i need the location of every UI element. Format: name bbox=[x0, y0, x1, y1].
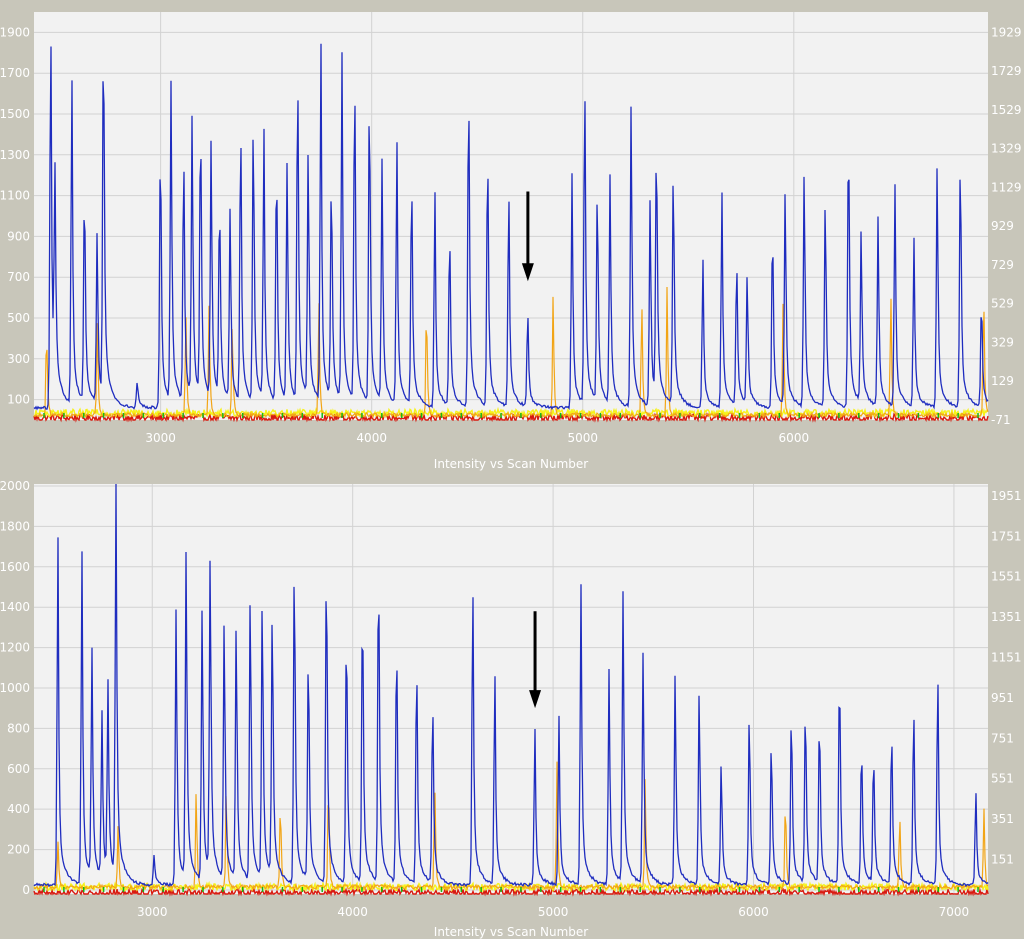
x-tick-label: 4000 bbox=[337, 905, 368, 919]
y-tick-label-left: 1900 bbox=[0, 25, 30, 39]
y-tick-label-right: 1551 bbox=[991, 570, 1022, 584]
y-tick-label-right: -71 bbox=[991, 413, 1011, 427]
bottom-x-axis: 3000 4000 5000 6000 7000 bbox=[137, 905, 969, 919]
x-tick-label: 6000 bbox=[738, 905, 769, 919]
y-tick-label-right: 1751 bbox=[991, 529, 1022, 543]
y-tick-label-right: 1329 bbox=[991, 142, 1022, 156]
x-tick-label: 3000 bbox=[137, 905, 168, 919]
y-tick-label-left: 1500 bbox=[0, 107, 30, 121]
x-tick-label: 7000 bbox=[939, 905, 970, 919]
y-tick-label-left: 1700 bbox=[0, 66, 30, 80]
x-tick-label: 3000 bbox=[145, 431, 176, 445]
y-tick-label-left: 200 bbox=[7, 843, 30, 857]
y-tick-label-left: 0 bbox=[22, 883, 30, 897]
y-tick-label-left: 500 bbox=[7, 311, 30, 325]
top-chart: 100 300 500 700 900 1100 1300 1500 1700 1900 -71 1… bbox=[0, 12, 1022, 471]
y-tick-label-left: 900 bbox=[7, 229, 30, 243]
y-tick-label-left: 300 bbox=[7, 352, 30, 366]
y-tick-label-right: 751 bbox=[991, 731, 1014, 745]
x-tick-label: 4000 bbox=[356, 431, 387, 445]
top-x-axis-label: Intensity vs Scan Number bbox=[434, 457, 588, 471]
y-tick-label-left: 100 bbox=[7, 393, 30, 407]
y-tick-label-right: 151 bbox=[991, 852, 1014, 866]
y-tick-label-left: 800 bbox=[7, 721, 30, 735]
x-tick-label: 5000 bbox=[538, 905, 569, 919]
bottom-x-axis-label: Intensity vs Scan Number bbox=[434, 925, 588, 939]
y-tick-label-right: 129 bbox=[991, 374, 1014, 388]
y-tick-label-right: 551 bbox=[991, 772, 1014, 786]
top-right-y-axis: -71 129 329 529 729 929 1129 1329 1529 1729 1929 bbox=[991, 25, 1022, 427]
bottom-right-y-axis: 151 351 551 751 951 1151 1351 1551 1751 1951 bbox=[991, 489, 1022, 867]
y-tick-label-right: 351 bbox=[991, 812, 1014, 826]
y-tick-label-right: 1529 bbox=[991, 103, 1022, 117]
top-left-y-axis: 100 300 500 700 900 1100 1300 1500 1700 1900 bbox=[0, 25, 30, 406]
y-tick-label-right: 729 bbox=[991, 258, 1014, 272]
y-tick-label-right: 1951 bbox=[991, 489, 1022, 503]
y-tick-label-left: 1000 bbox=[0, 681, 30, 695]
electropherogram-figure: 100 300 500 700 900 1100 1300 1500 1700 1900 -71 1… bbox=[0, 12, 1022, 939]
y-tick-label-right: 1129 bbox=[991, 180, 1022, 194]
y-tick-label-left: 1100 bbox=[0, 189, 30, 203]
y-tick-label-left: 700 bbox=[7, 270, 30, 284]
y-tick-label-right: 951 bbox=[991, 691, 1014, 705]
y-tick-label-right: 329 bbox=[991, 335, 1014, 349]
y-tick-label-right: 1929 bbox=[991, 25, 1022, 39]
y-tick-label-right: 1351 bbox=[991, 610, 1022, 624]
y-tick-label-right: 1151 bbox=[991, 650, 1022, 664]
top-x-axis: 3000 4000 5000 6000 bbox=[145, 431, 809, 445]
y-tick-label-right: 529 bbox=[991, 297, 1014, 311]
y-tick-label-right: 929 bbox=[991, 219, 1014, 233]
y-tick-label-left: 600 bbox=[7, 762, 30, 776]
y-tick-label-right: 1729 bbox=[991, 64, 1022, 78]
x-tick-label: 5000 bbox=[567, 431, 598, 445]
y-tick-label-left: 1200 bbox=[0, 641, 30, 655]
y-tick-label-left: 1800 bbox=[0, 519, 30, 533]
x-tick-label: 6000 bbox=[779, 431, 810, 445]
bottom-chart: 0 200 400 600 800 1000 1200 1400 1600 1800 2000 15… bbox=[0, 479, 1022, 939]
y-tick-label-left: 1300 bbox=[0, 148, 30, 162]
y-tick-label-left: 1600 bbox=[0, 560, 30, 574]
y-tick-label-left: 2000 bbox=[0, 479, 30, 493]
y-tick-label-left: 400 bbox=[7, 802, 30, 816]
bottom-left-y-axis: 0 200 400 600 800 1000 1200 1400 1600 1800 2000 bbox=[0, 479, 30, 897]
y-tick-label-left: 1400 bbox=[0, 600, 30, 614]
